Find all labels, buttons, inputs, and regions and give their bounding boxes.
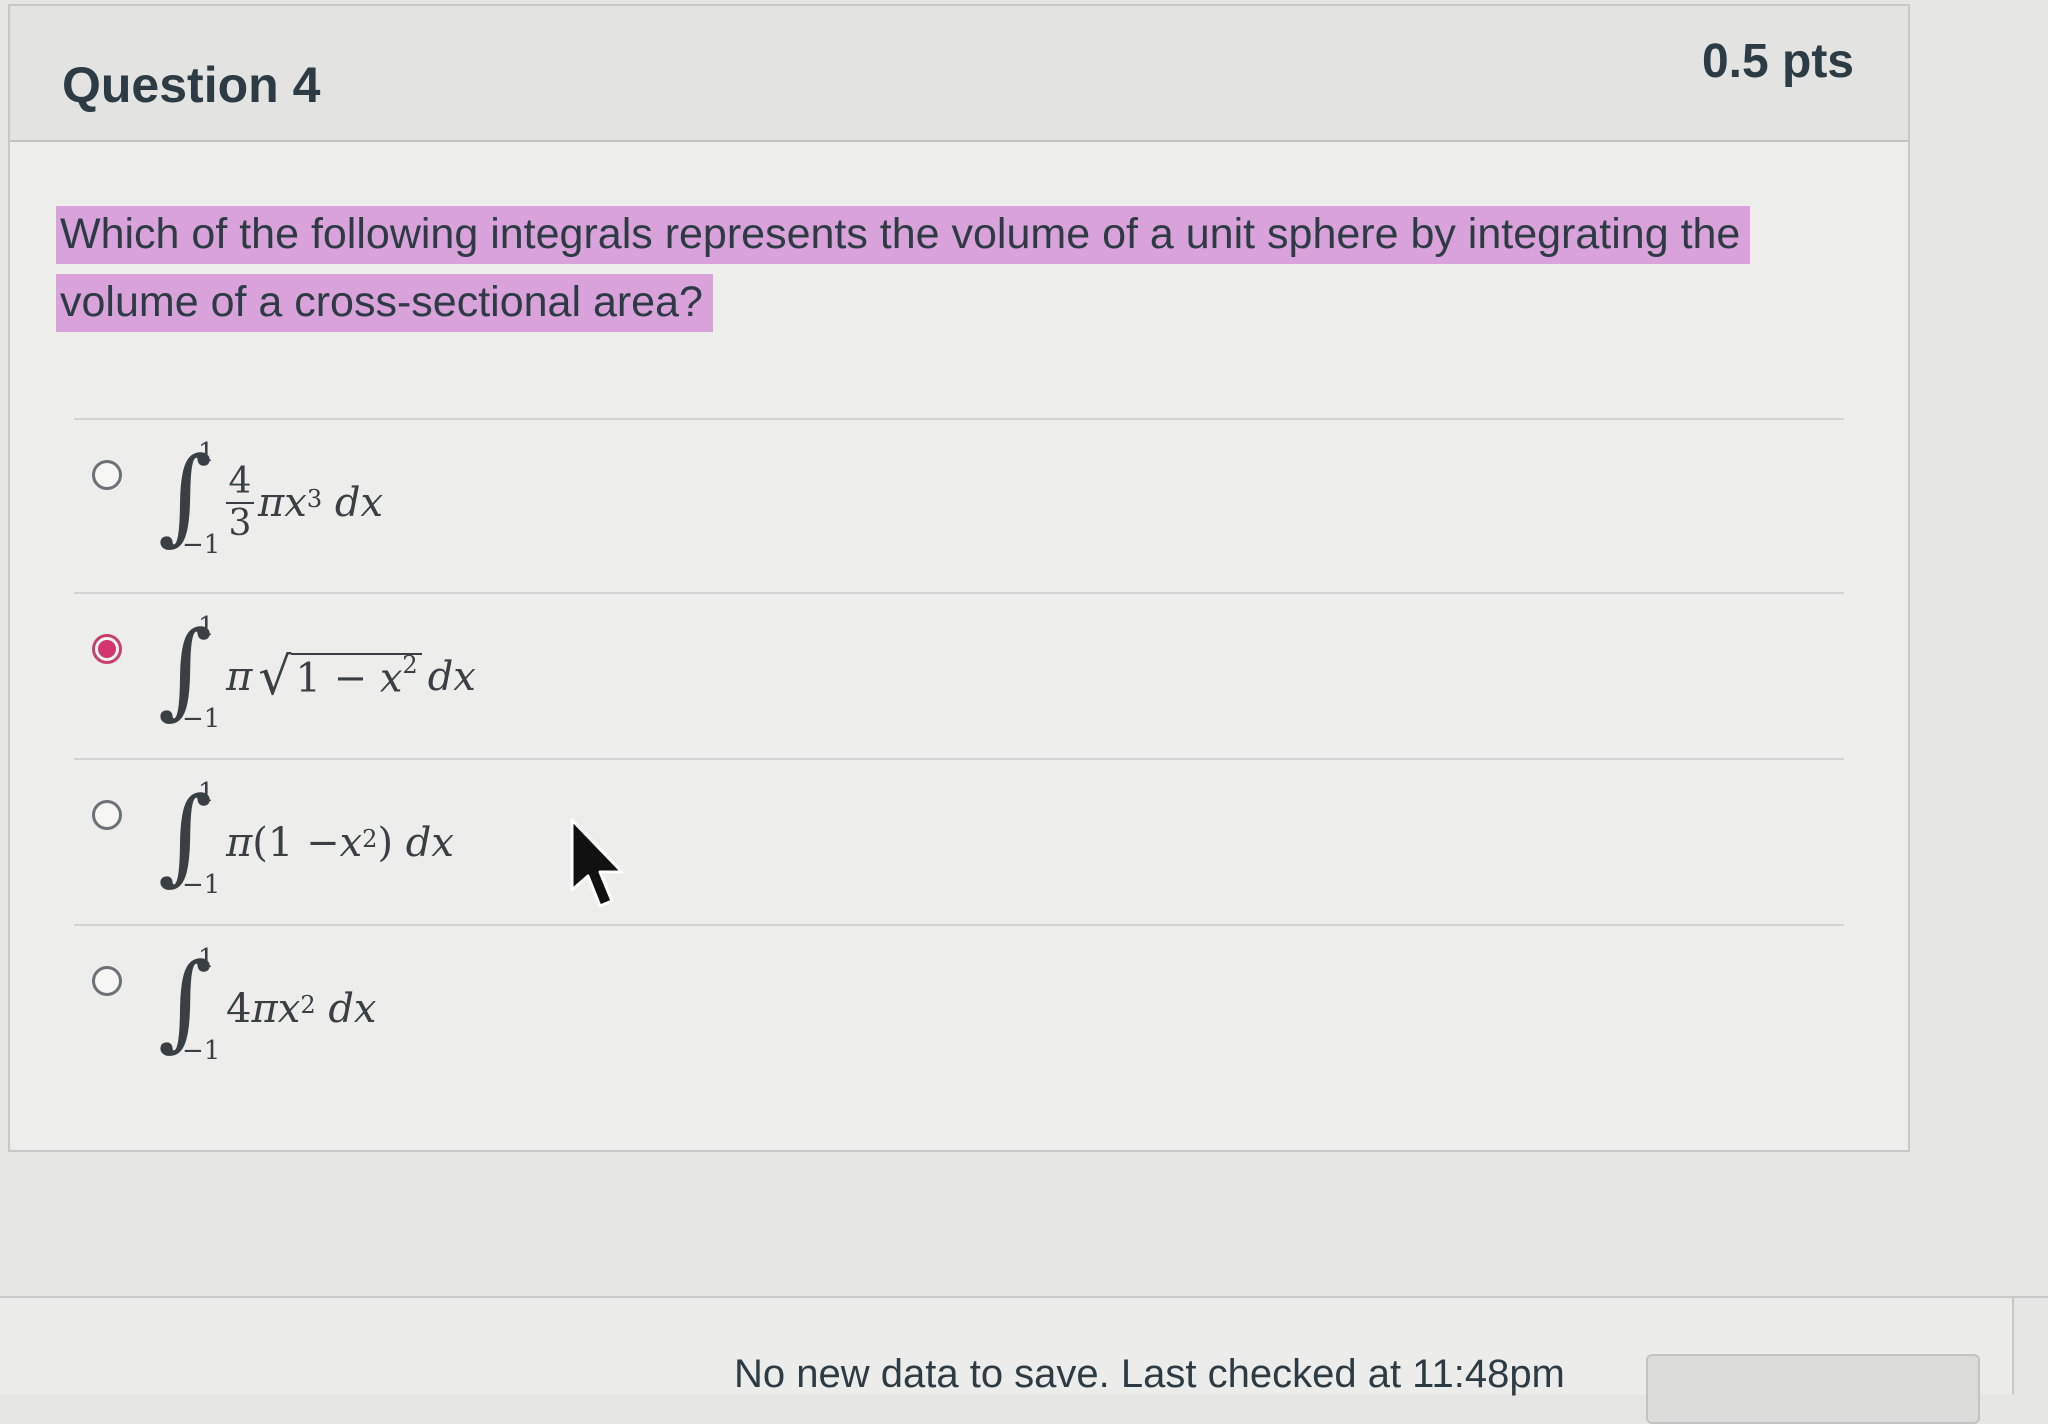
answer-divider [74, 592, 1844, 594]
answer-divider [74, 418, 1844, 420]
integrand: 4πx2 dx [226, 986, 376, 1032]
lower-limit: −1 [182, 530, 221, 560]
integral-sign-icon: ∫ 1 −1 [158, 608, 221, 734]
fraction-numerator: 4 [228, 461, 252, 502]
upper-limit: 1 [198, 944, 215, 974]
submit-quiz-button[interactable] [1646, 1354, 1980, 1424]
question-points: 0.5 pts [1701, 35, 1854, 88]
radicand-constant: 1 − [295, 655, 380, 702]
open-paren: (1 − [252, 820, 340, 866]
radio-button-selected-icon[interactable] [92, 634, 122, 664]
fraction: 4 3 [226, 462, 254, 544]
pi-symbol: π [226, 820, 253, 866]
lower-limit: −1 [182, 1036, 221, 1066]
radio-button-icon[interactable] [92, 800, 122, 830]
exponent: 2 [362, 825, 378, 853]
exponent: 2 [300, 991, 316, 1019]
fraction-denominator: 3 [228, 503, 252, 544]
upper-limit: 1 [198, 438, 215, 468]
differential: dx [427, 653, 476, 700]
question-header: Question 4 0.5 pts [10, 6, 1908, 142]
variable: x [379, 655, 403, 702]
integral-sign-icon: ∫ 1 −1 [158, 774, 221, 900]
question-text: Which of the following integrals represe… [56, 200, 1796, 336]
autosave-status: No new data to save. Last checked at 11:… [734, 1352, 1565, 1396]
lower-limit: −1 [182, 704, 221, 734]
mouse-pointer-icon [570, 818, 624, 908]
answer-2-formula: ∫ 1 −1 π √ 1 − x2 dx [158, 608, 476, 742]
radio-button-icon[interactable] [92, 460, 122, 490]
answer-3-formula: ∫ 1 −1 π (1 − x 2) dx [158, 774, 454, 908]
exponent: 2 [402, 650, 418, 679]
radio-button-icon[interactable] [92, 966, 122, 996]
integral-sign-icon: ∫ 1 −1 [158, 434, 221, 560]
upper-limit: 1 [198, 778, 215, 808]
answer-option-1[interactable]: ∫ 1 −1 4 3 πx3 dx [92, 434, 1792, 588]
pi-symbol: π [258, 480, 285, 526]
integrand: 4 3 πx3 dx [226, 462, 383, 544]
integrand: π √ 1 − x2 dx [226, 650, 476, 703]
answer-option-4[interactable]: ∫ 1 −1 4πx2 dx [92, 940, 1792, 1094]
exponent: 3 [306, 485, 323, 513]
differential: dx [328, 986, 377, 1032]
variable: x [277, 986, 301, 1032]
integrand: π (1 − x 2) dx [226, 820, 454, 866]
coefficient: 4 [226, 986, 252, 1032]
answer-divider [74, 924, 1844, 926]
question-text-highlight: Which of the following integrals represe… [56, 206, 1751, 332]
pi-symbol: π [226, 653, 253, 700]
integral-sign-icon: ∫ 1 −1 [158, 940, 221, 1066]
variable: x [284, 480, 307, 526]
answer-option-2[interactable]: ∫ 1 −1 π √ 1 − x2 dx [92, 608, 1792, 762]
differential: dx [334, 480, 384, 526]
close-paren: ) [377, 820, 394, 866]
lower-limit: −1 [182, 870, 221, 900]
answer-4-formula: ∫ 1 −1 4πx2 dx [158, 940, 376, 1074]
question-title: Question 4 [62, 57, 321, 113]
answer-1-formula: ∫ 1 −1 4 3 πx3 dx [158, 434, 383, 568]
variable: x [339, 820, 363, 866]
upper-limit: 1 [198, 612, 215, 642]
answer-option-3[interactable]: ∫ 1 −1 π (1 − x 2) dx [92, 774, 1792, 928]
square-root: √ 1 − x2 [258, 650, 422, 703]
answer-divider [74, 758, 1844, 760]
differential: dx [405, 820, 454, 866]
pi-symbol: π [251, 986, 278, 1032]
